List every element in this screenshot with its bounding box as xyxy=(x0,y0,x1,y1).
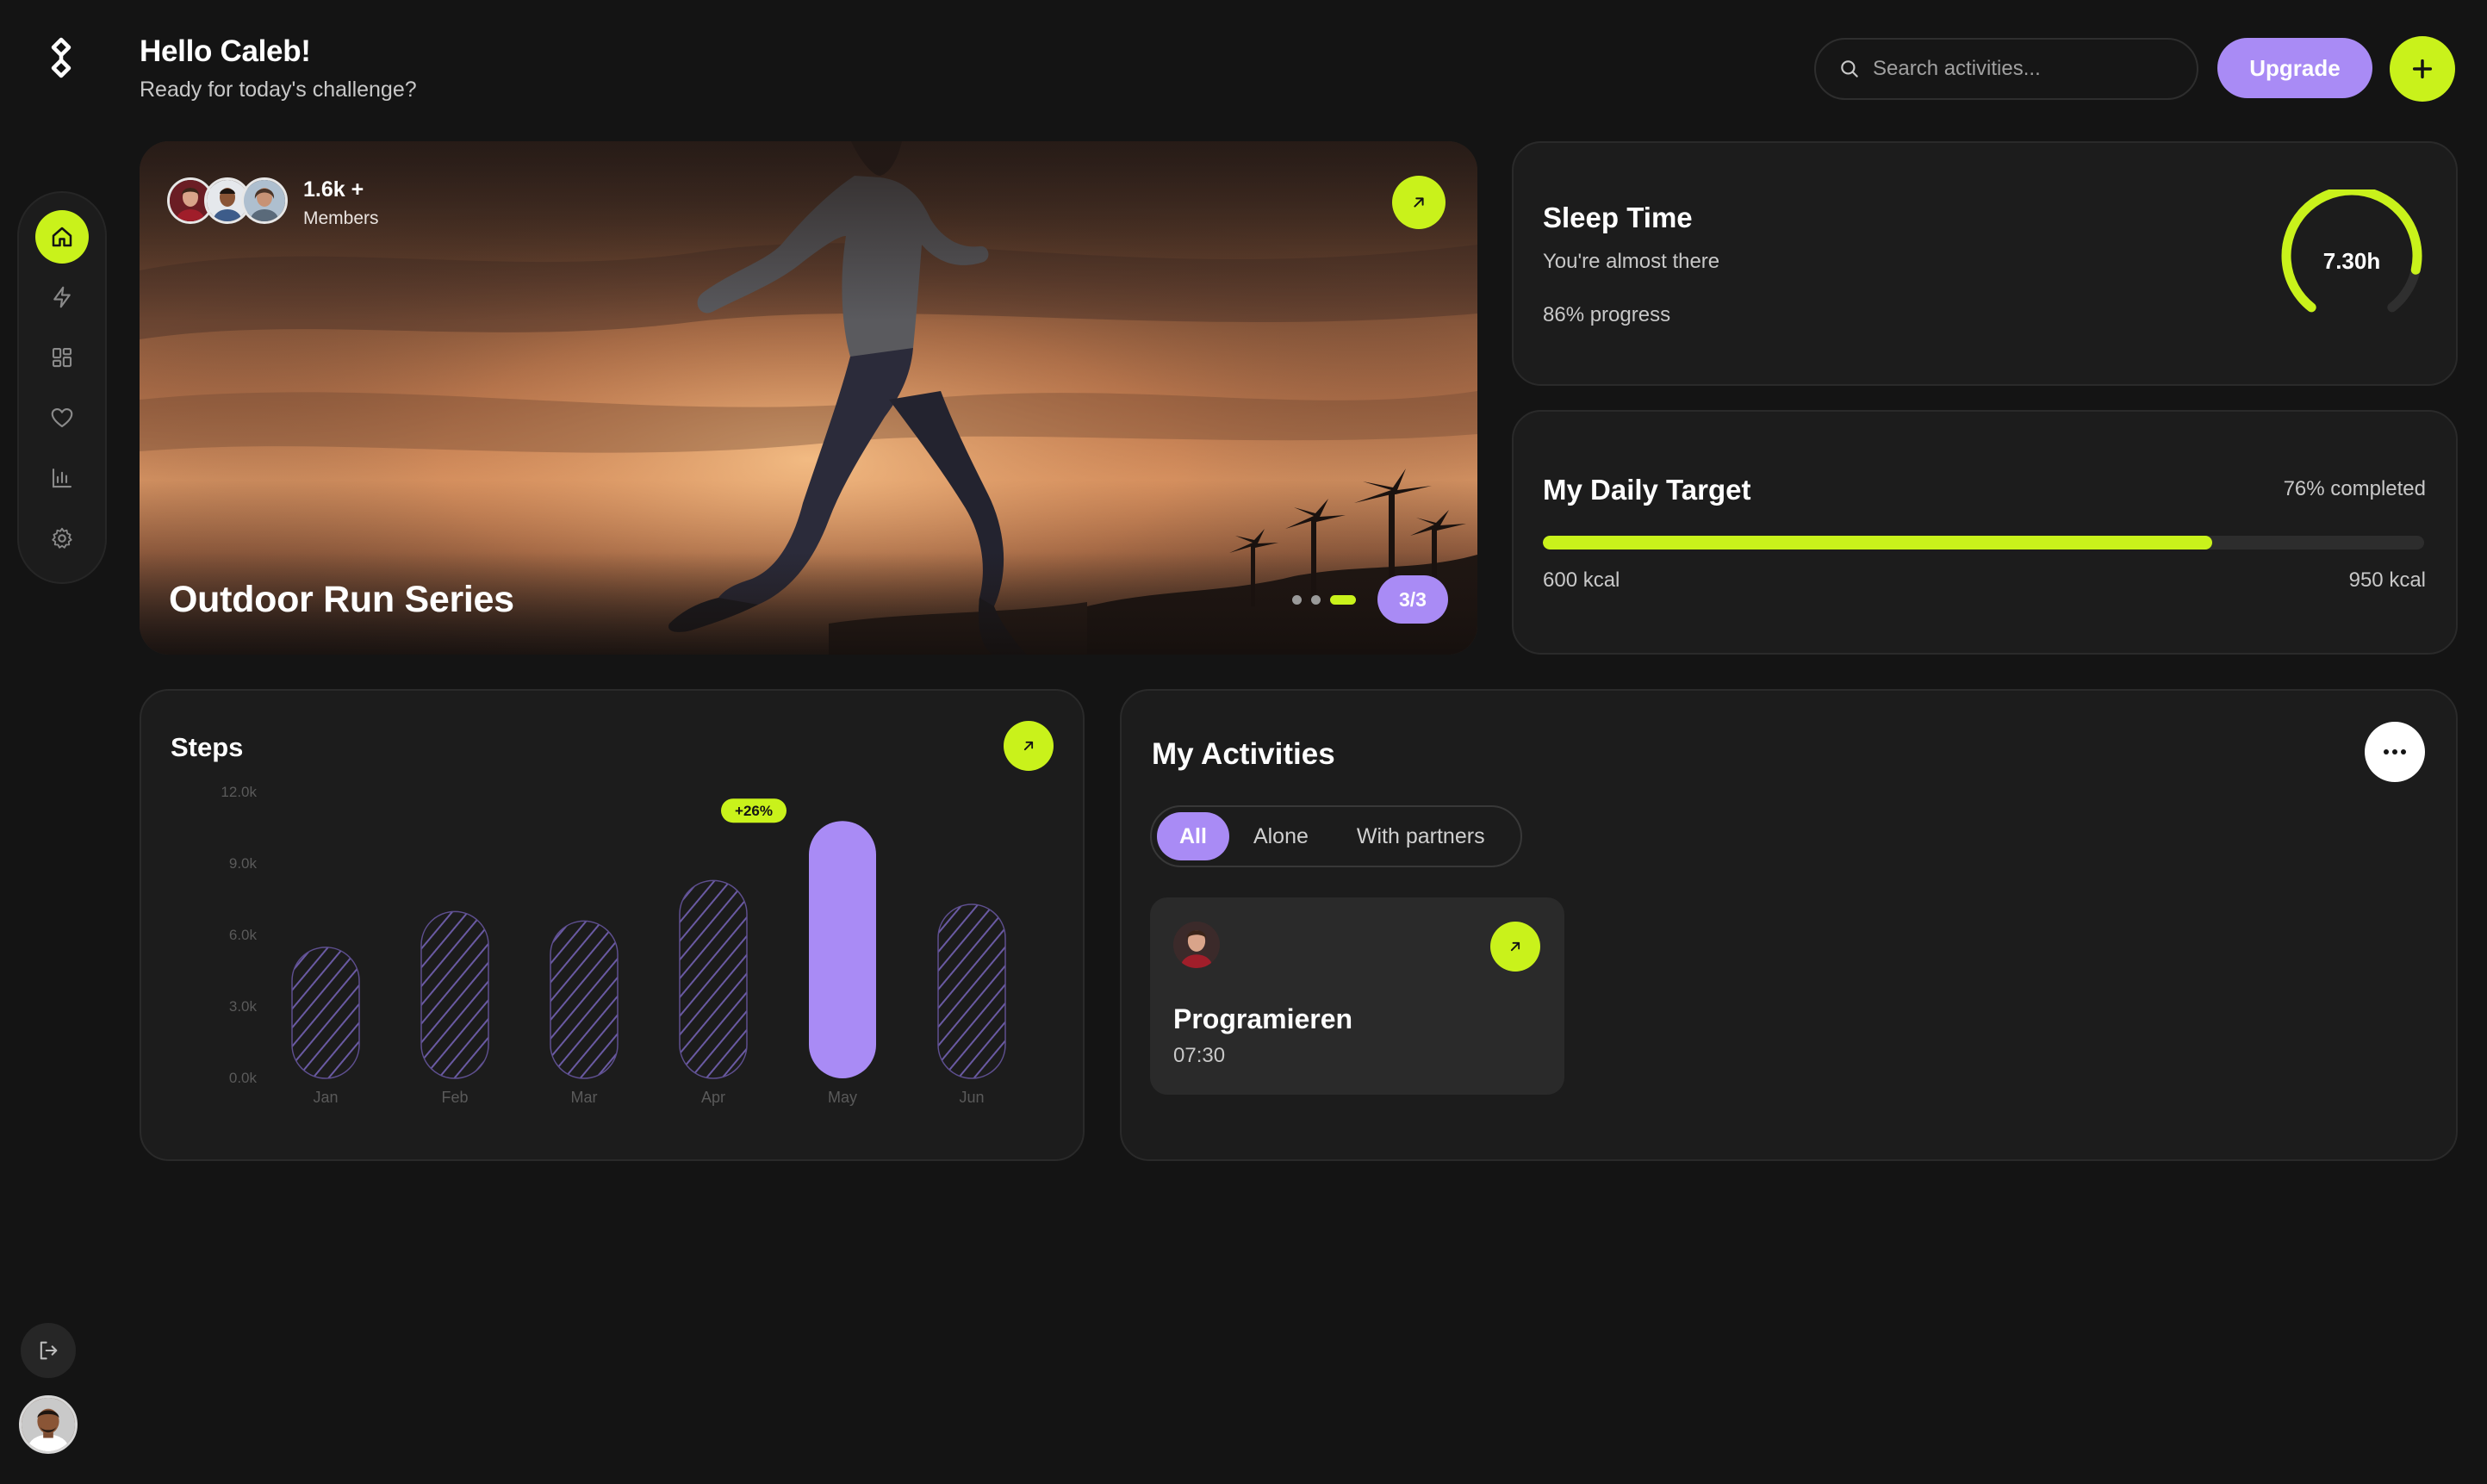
x-tick-label: Apr xyxy=(701,1089,725,1106)
y-tick-label: 3.0k xyxy=(229,998,258,1015)
activities-title: My Activities xyxy=(1152,737,1335,771)
bar-highlight[interactable] xyxy=(809,821,876,1078)
bar-chart-icon xyxy=(52,468,72,488)
grid-icon xyxy=(52,347,72,368)
member-avatars xyxy=(167,177,288,226)
arrow-up-right-icon xyxy=(1023,741,1034,751)
carousel-dot[interactable] xyxy=(1292,595,1302,605)
x-tick-label: Jun xyxy=(959,1089,984,1106)
member-avatar xyxy=(241,177,288,224)
home-icon xyxy=(52,227,72,247)
arrow-up-right-icon xyxy=(1510,941,1520,952)
user-avatar[interactable] xyxy=(19,1395,78,1454)
activity-avatar xyxy=(1173,922,1220,968)
bar[interactable] xyxy=(937,903,1006,1079)
y-tick-label: 9.0k xyxy=(229,855,258,872)
sleep-progress-text: 86% progress xyxy=(1543,303,1671,326)
daily-target-title: My Daily Target xyxy=(1543,474,1751,506)
activity-name: Programieren xyxy=(1173,1003,1353,1034)
sidebar-nav xyxy=(17,191,107,584)
x-tick-label: Mar xyxy=(571,1089,598,1106)
sleep-subtitle: You're almost there xyxy=(1543,250,1720,273)
logout-button[interactable] xyxy=(21,1323,76,1378)
steps-change-badge-text: +26% xyxy=(735,803,773,819)
daily-target-max: 950 kcal xyxy=(2348,568,2426,592)
activity-open-button[interactable] xyxy=(1490,922,1540,972)
sidebar-item-dashboard[interactable] xyxy=(35,331,89,384)
upgrade-button[interactable]: Upgrade xyxy=(2217,38,2372,98)
logout-icon xyxy=(40,1341,58,1360)
bar[interactable] xyxy=(679,879,748,1079)
sleep-title: Sleep Time xyxy=(1543,202,1693,233)
members-count: 1.6k + xyxy=(303,177,364,202)
steps-title: Steps xyxy=(171,732,244,762)
more-icon xyxy=(2384,749,2389,754)
gear-icon xyxy=(52,527,72,549)
daily-target-card xyxy=(1512,410,2458,655)
hero-banner[interactable]: 1.6k + Members Outdoor Run Series 3/3 xyxy=(140,141,1477,655)
daily-target-completed: 76% completed xyxy=(2283,477,2426,500)
add-button[interactable] xyxy=(2390,36,2455,102)
greeting-title: Hello Caleb! xyxy=(140,34,311,68)
app-logo[interactable] xyxy=(43,36,79,79)
x-tick-label: Jan xyxy=(313,1089,338,1106)
sidebar-item-stats[interactable] xyxy=(35,451,89,505)
sidebar-item-settings[interactable] xyxy=(35,512,89,565)
search-icon xyxy=(1841,60,1858,78)
daily-target-min: 600 kcal xyxy=(1543,568,1620,592)
bar[interactable] xyxy=(420,910,489,1079)
sleep-value: 7.30h xyxy=(2322,248,2381,274)
tab-all[interactable]: All xyxy=(1157,812,1229,860)
sidebar-item-activity[interactable] xyxy=(35,270,89,324)
x-tick-label: Feb xyxy=(441,1089,468,1106)
plus-icon xyxy=(2412,59,2433,79)
slide-indicator: 3/3 xyxy=(1377,575,1448,624)
lightning-icon xyxy=(53,286,71,308)
bar[interactable] xyxy=(550,920,619,1079)
bar[interactable] xyxy=(291,947,360,1079)
carousel-dot[interactable] xyxy=(1311,595,1321,605)
carousel-dot-active[interactable] xyxy=(1330,595,1356,605)
daily-target-progress-fill xyxy=(1543,536,2213,550)
y-tick-label: 6.0k xyxy=(229,927,258,943)
arrow-up-right-icon xyxy=(1414,197,1424,208)
hero-title: Outdoor Run Series xyxy=(169,579,514,620)
y-tick-label: 0.0k xyxy=(229,1070,258,1086)
sidebar-item-favorites[interactable] xyxy=(35,391,89,444)
hero-open-button[interactable] xyxy=(1392,176,1446,229)
tab-with-partners[interactable]: With partners xyxy=(1333,812,1509,860)
activity-filter-tabs: All Alone With partners xyxy=(1150,805,1522,867)
tab-alone[interactable]: Alone xyxy=(1229,812,1333,860)
search-input[interactable] xyxy=(1873,57,2166,81)
heart-icon xyxy=(51,407,73,428)
steps-open-button[interactable] xyxy=(1004,721,1054,771)
x-tick-label: May xyxy=(828,1089,857,1106)
sidebar-item-home[interactable] xyxy=(35,210,89,264)
carousel-dots xyxy=(1292,593,1361,605)
search-bar[interactable] xyxy=(1814,38,2198,100)
members-label: Members xyxy=(303,208,379,228)
y-tick-label: 12.0k xyxy=(221,784,257,800)
activities-more-button[interactable] xyxy=(2365,722,2425,782)
daily-target-progress-bar xyxy=(1543,536,2424,550)
activity-time: 07:30 xyxy=(1173,1044,1226,1067)
steps-bar-chart: 0.0k 3.0k 6.0k 9.0k 12.0k Jan Feb Mar Apr May +26%… xyxy=(221,784,1006,1106)
greeting-subtitle: Ready for today's challenge? xyxy=(140,78,417,102)
